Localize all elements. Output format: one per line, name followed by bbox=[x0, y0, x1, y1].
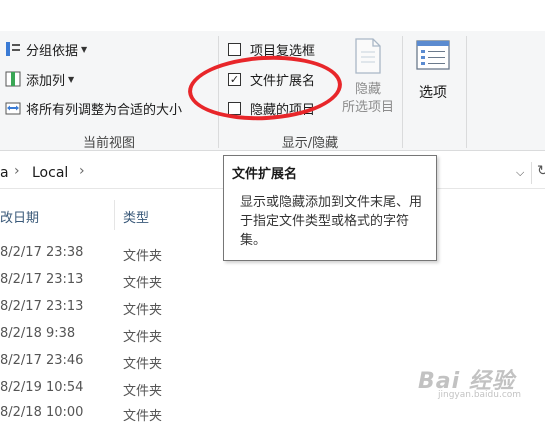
row-date: 8/2/19 10:54 bbox=[0, 380, 84, 395]
group-by-label: 分组依据 bbox=[26, 43, 79, 59]
address-prefix: a bbox=[0, 165, 9, 181]
column-header-type[interactable]: 类型 bbox=[123, 207, 149, 226]
address-divider bbox=[531, 162, 532, 184]
hide-selected-items-button[interactable]: 隐藏 所选项目 bbox=[340, 36, 396, 122]
tooltip-title: 文件扩展名 bbox=[232, 167, 298, 182]
size-all-columns-button[interactable]: 将所有列调整为合适的大小 bbox=[5, 98, 182, 118]
row-type: 文件夹 bbox=[123, 249, 163, 264]
add-column-label: 添加列 bbox=[26, 73, 66, 89]
group-by-button[interactable]: 分组依据 ▼ bbox=[5, 39, 87, 59]
ribbon-tab-strip bbox=[0, 0, 545, 32]
size-columns-icon bbox=[5, 102, 21, 115]
row-date: 8/2/17 23:46 bbox=[0, 353, 84, 368]
refresh-icon[interactable]: ↻ bbox=[537, 163, 545, 179]
ribbon-divider bbox=[402, 36, 403, 148]
watermark-url: jingyan.baidu.com bbox=[438, 390, 522, 400]
row-type: 文件夹 bbox=[123, 303, 163, 318]
row-date: 8/2/18 10:00 bbox=[0, 405, 84, 420]
row-date: 8/2/17 23:38 bbox=[0, 245, 84, 260]
size-all-columns-label: 将所有列调整为合适的大小 bbox=[26, 102, 183, 118]
row-type: 文件夹 bbox=[123, 330, 163, 345]
add-column-icon bbox=[5, 71, 21, 87]
address-history-chevron-icon[interactable]: ⌵ bbox=[516, 166, 524, 180]
breadcrumb-separator-icon: › bbox=[79, 163, 85, 179]
column-header-date[interactable]: 改日期 bbox=[0, 207, 39, 226]
row-date: 8/2/17 23:13 bbox=[0, 299, 84, 314]
checkbox-items-checkbox[interactable] bbox=[228, 42, 241, 56]
breadcrumb-local[interactable]: Local bbox=[32, 165, 68, 181]
row-type: 文件夹 bbox=[123, 384, 163, 399]
group-by-icon bbox=[6, 42, 20, 56]
hide-selected-label-line1: 隐藏 bbox=[354, 82, 381, 97]
row-type: 文件夹 bbox=[123, 409, 163, 424]
hide-page-icon bbox=[355, 38, 381, 74]
breadcrumb-separator-icon: › bbox=[14, 163, 20, 179]
options-label: 选项 bbox=[419, 85, 447, 101]
add-column-button[interactable]: 添加列 ▼ bbox=[5, 69, 74, 89]
row-date: 8/2/18 9:38 bbox=[0, 326, 76, 341]
row-type: 文件夹 bbox=[123, 276, 163, 291]
ribbon-divider bbox=[466, 36, 467, 148]
options-button[interactable]: 选项 bbox=[408, 40, 458, 102]
column-divider[interactable] bbox=[114, 200, 115, 230]
row-type: 文件夹 bbox=[123, 357, 163, 372]
chevron-down-icon: ▼ bbox=[81, 44, 88, 54]
row-date: 8/2/17 23:13 bbox=[0, 272, 84, 287]
show-hide-group-label: 显示/隐藏 bbox=[281, 136, 339, 151]
hide-selected-label-line2: 所选项目 bbox=[341, 100, 394, 115]
current-view-group-label: 当前视图 bbox=[82, 136, 135, 151]
file-extensions-tooltip: 文件扩展名 显示或隐藏添加到文件末尾、用于指定文件类型或格式的字符集。 bbox=[223, 155, 437, 261]
tooltip-body: 显示或隐藏添加到文件末尾、用于指定文件类型或格式的字符集。 bbox=[240, 195, 423, 248]
options-icon bbox=[416, 40, 450, 70]
chevron-down-icon: ▼ bbox=[68, 74, 75, 84]
